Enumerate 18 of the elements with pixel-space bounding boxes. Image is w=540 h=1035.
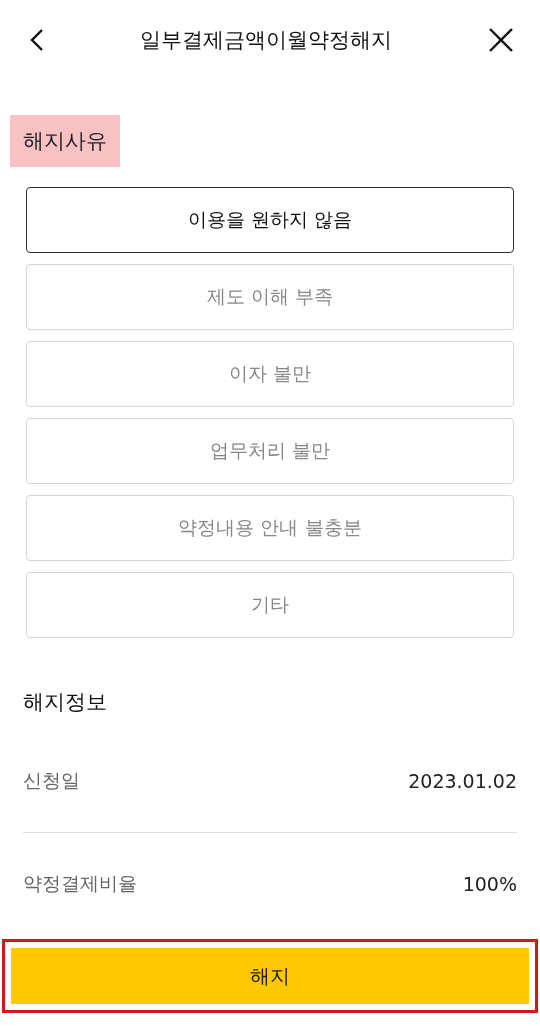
back-button[interactable]	[30, 28, 44, 52]
back-icon	[30, 28, 44, 52]
reason-option[interactable]: 이자 불만	[26, 341, 514, 407]
reason-option[interactable]: 업무처리 불만	[26, 418, 514, 484]
cancel-button[interactable]: 해지	[11, 948, 529, 1004]
reason-option[interactable]: 이용을 원하지 않음	[26, 187, 514, 253]
section-title: 해지정보	[23, 689, 108, 716]
close-icon	[488, 27, 514, 53]
reason-option[interactable]: 약정내용 안내 불충분	[26, 495, 514, 561]
screen-title: 일부결제금액이월약정해지	[140, 27, 392, 54]
section-title: 해지사유	[10, 115, 120, 167]
info-value: 100%	[462, 873, 517, 895]
reason-option[interactable]: 제도 이해 부족	[26, 264, 514, 330]
reason-option[interactable]: 기타	[26, 572, 514, 638]
info-value: 2023.01.02	[408, 770, 517, 792]
info-label: 약정결제비율	[23, 871, 137, 896]
info-label: 신청일	[23, 768, 80, 793]
close-button[interactable]	[488, 27, 514, 53]
